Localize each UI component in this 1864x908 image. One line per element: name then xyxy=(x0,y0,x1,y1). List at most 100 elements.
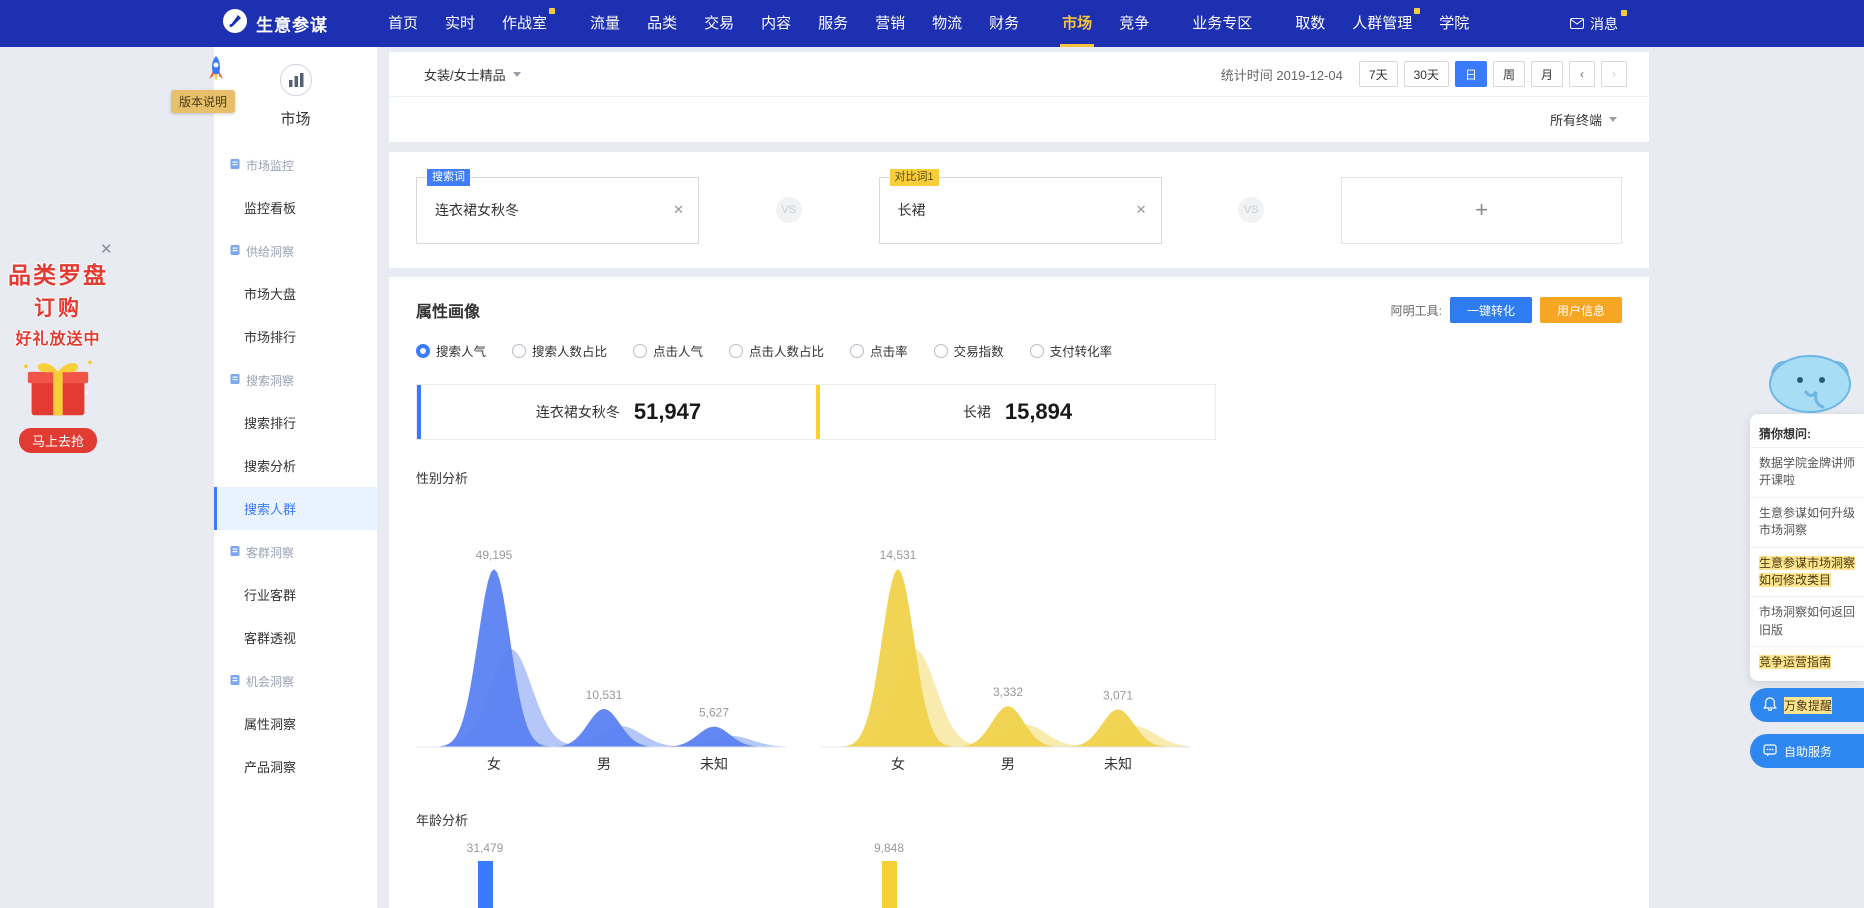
user-info-button[interactable]: 用户信息 xyxy=(1540,297,1622,323)
svg-text:14,531: 14,531 xyxy=(880,548,917,562)
toolbar-panel: 女装/女士精品 统计时间 2019-12-04 7天 30天 日 周 月 ‹ ›… xyxy=(389,52,1649,142)
attribute-portrait-panel: 属性画像 阿明工具: 一键转化 用户信息 搜索人气 搜索人数占比 点击人气 点击… xyxy=(389,277,1649,908)
nav-messages[interactable]: 消息 xyxy=(1570,14,1618,34)
logo[interactable]: 生意参谋 xyxy=(222,8,328,39)
metric-radio-trade-index[interactable]: 交易指数 xyxy=(934,341,1004,360)
top-navbar: 生意参谋 首页 实时 作战室 流量 品类 交易 内容 服务 营销 物流 财务 市… xyxy=(0,0,1864,47)
self-service-button[interactable]: 自助服务 xyxy=(1750,734,1864,768)
svg-text:3,332: 3,332 xyxy=(993,685,1023,699)
nav-item-trade[interactable]: 交易 xyxy=(704,0,734,47)
assistant-question[interactable]: 数据学院金牌讲师开课啦 xyxy=(1750,447,1864,497)
range-button-month[interactable]: 月 xyxy=(1531,61,1563,87)
version-badge[interactable]: 版本说明 xyxy=(171,90,235,113)
sidebar-item-attribute-insight[interactable]: 属性洞察 xyxy=(214,702,377,745)
age-bar-value: 31,479 xyxy=(454,841,516,855)
nav-item-logistics[interactable]: 物流 xyxy=(932,0,962,47)
clear-compare-icon[interactable]: ✕ xyxy=(1136,202,1147,218)
sidebar-item-search-analysis[interactable]: 搜索分析 xyxy=(214,444,377,487)
nav-item-data-fetch[interactable]: 取数 xyxy=(1295,0,1325,47)
button-label: 自助服务 xyxy=(1784,743,1832,760)
sidebar-item-market-overview[interactable]: 市场大盘 xyxy=(214,272,377,315)
nav-item-war-room[interactable]: 作战室 xyxy=(502,0,547,47)
next-date-button[interactable]: › xyxy=(1601,61,1627,87)
metric-radio-search-popularity[interactable]: 搜索人气 xyxy=(416,341,486,360)
metric-radio-search-user-ratio[interactable]: 搜索人数占比 xyxy=(512,341,607,360)
range-button-7d[interactable]: 7天 xyxy=(1359,61,1398,87)
prev-date-button[interactable]: ‹ xyxy=(1569,61,1595,87)
doc-icon xyxy=(229,158,241,173)
doc-icon xyxy=(229,244,241,259)
metric-radio-pay-conversion[interactable]: 支付转化率 xyxy=(1030,341,1113,360)
assistant-question[interactable]: 生意参谋如何升级市场洞察 xyxy=(1750,497,1864,547)
age-analysis-label: 年龄分析 xyxy=(416,810,1622,829)
gender-chart-search-word: 49,195女10,531男5,627未知 xyxy=(416,495,786,782)
sidebar-item-crowd-perspective[interactable]: 客群透视 xyxy=(214,616,377,659)
svg-text:5,627: 5,627 xyxy=(699,706,729,720)
category-value: 女装/女士精品 xyxy=(424,65,506,84)
doc-icon xyxy=(229,373,241,388)
radio-icon xyxy=(633,344,647,358)
range-button-week[interactable]: 周 xyxy=(1493,61,1525,87)
compare-word-box[interactable]: 对比词1 长裙 ✕ xyxy=(879,177,1162,244)
nav-item-category[interactable]: 品类 xyxy=(647,0,677,47)
svg-text:女: 女 xyxy=(487,756,501,772)
gender-chart-compare-word: 14,531女3,332男3,071未知 xyxy=(820,495,1190,782)
age-bar-value: 9,848 xyxy=(858,841,920,855)
metric-radio-click-popularity[interactable]: 点击人气 xyxy=(633,341,703,360)
radio-icon xyxy=(934,344,948,358)
sidebar-item-search-ranking[interactable]: 搜索排行 xyxy=(214,401,377,444)
one-key-convert-button[interactable]: 一键转化 xyxy=(1450,297,1532,323)
search-word-box[interactable]: 搜索词 连衣裙女秋冬 ✕ xyxy=(416,177,699,244)
metric-radio-click-rate[interactable]: 点击率 xyxy=(850,341,908,360)
age-chart-search-word: 31,479 xyxy=(416,841,786,908)
portrait-header: 属性画像 阿明工具: 一键转化 用户信息 xyxy=(416,297,1622,323)
nav-item-content[interactable]: 内容 xyxy=(761,0,791,47)
sidebar-item-industry-crowd[interactable]: 行业客群 xyxy=(214,573,377,616)
sidebar-item-search-crowd[interactable]: 搜索人群 xyxy=(214,487,377,530)
terminal-select[interactable]: 所有终端 xyxy=(1550,110,1617,129)
chevron-down-icon xyxy=(1609,117,1617,122)
range-button-30d[interactable]: 30天 xyxy=(1404,61,1449,87)
vs-badge: VS xyxy=(1238,197,1264,223)
summary-name: 连衣裙女秋冬 xyxy=(536,402,620,422)
sidebar-item-market-ranking[interactable]: 市场排行 xyxy=(214,315,377,358)
promo-cta-button[interactable]: 马上去抢 xyxy=(19,428,97,453)
nav-item-home[interactable]: 首页 xyxy=(388,0,418,47)
market-module-icon xyxy=(279,84,313,101)
metric-radio-click-user-ratio[interactable]: 点击人数占比 xyxy=(729,341,824,360)
nav-item-academy[interactable]: 学院 xyxy=(1439,0,1469,47)
range-button-day[interactable]: 日 xyxy=(1455,61,1487,87)
age-first-bucket: 9,848 xyxy=(858,841,920,908)
radio-label: 搜索人气 xyxy=(436,341,486,360)
nav-item-traffic[interactable]: 流量 xyxy=(590,0,620,47)
category-select[interactable]: 女装/女士精品 xyxy=(424,65,521,84)
sidebar-item-monitor-board[interactable]: 监控看板 xyxy=(214,186,377,229)
wanxiang-reminder-button[interactable]: 万象提醒 xyxy=(1750,688,1864,722)
promo-line3: 好礼放送中 xyxy=(6,325,110,349)
group-header-label: 搜索洞察 xyxy=(246,372,294,389)
nav-item-realtime[interactable]: 实时 xyxy=(445,0,475,47)
assistant-question[interactable]: 生意参谋市场洞察如何修改类目 xyxy=(1750,547,1864,597)
nav-item-label: 人群管理 xyxy=(1352,15,1412,32)
assistant-question[interactable]: 市场洞察如何返回旧版 xyxy=(1750,596,1864,646)
promo-banner: 品类罗盘 订购 好礼放送中 马上去抢 xyxy=(6,256,110,453)
button-label: 万象提醒 xyxy=(1784,697,1832,714)
nav-item-crowd-management[interactable]: 人群管理 xyxy=(1352,0,1412,47)
nav-item-competition[interactable]: 竞争 xyxy=(1119,0,1149,47)
nav-item-marketing[interactable]: 营销 xyxy=(875,0,905,47)
clear-search-icon[interactable]: ✕ xyxy=(673,202,684,218)
add-compare-word-button[interactable]: + xyxy=(1341,177,1622,244)
summary-cards: 连衣裙女秋冬 51,947 长裙 15,894 xyxy=(416,384,1216,440)
nav-item-market[interactable]: 市场 xyxy=(1062,0,1092,47)
main-content: 女装/女士精品 统计时间 2019-12-04 7天 30天 日 周 月 ‹ ›… xyxy=(389,47,1649,908)
elephant-mascot[interactable] xyxy=(1762,346,1857,419)
chat-icon xyxy=(1763,743,1777,760)
sidebar-item-product-insight[interactable]: 产品洞察 xyxy=(214,745,377,788)
nav-item-service[interactable]: 服务 xyxy=(818,0,848,47)
svg-text:男: 男 xyxy=(597,756,611,772)
nav-item-business-zone[interactable]: 业务专区 xyxy=(1192,0,1252,47)
new-badge-dot xyxy=(549,8,555,14)
assistant-question[interactable]: 竞争运营指南 xyxy=(1750,646,1864,678)
radio-label: 点击率 xyxy=(870,341,908,360)
nav-item-finance[interactable]: 财务 xyxy=(989,0,1019,47)
